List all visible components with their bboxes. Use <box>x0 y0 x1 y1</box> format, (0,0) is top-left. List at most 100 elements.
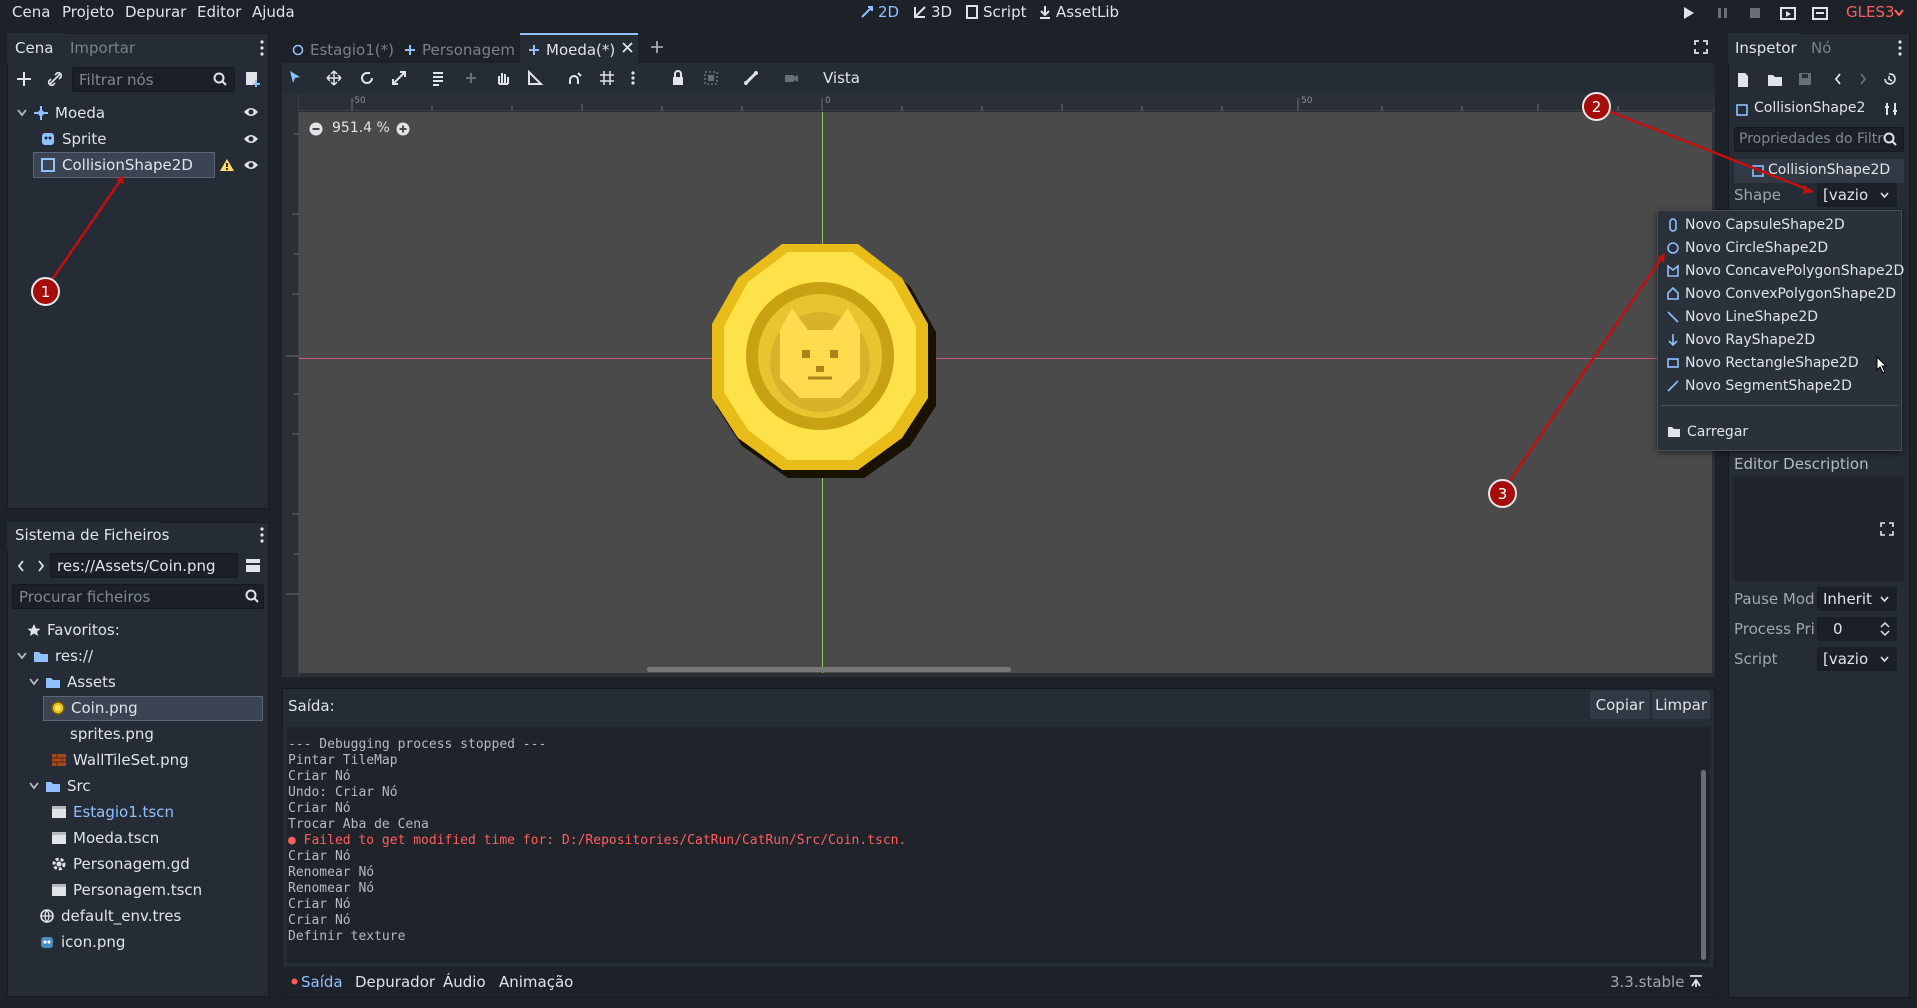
new-resource-icon[interactable] <box>1736 72 1750 88</box>
horizontal-scrollbar[interactable] <box>299 665 1699 673</box>
canvas-area[interactable] <box>299 112 1712 673</box>
play-icon[interactable] <box>1682 6 1696 20</box>
add-node-icon[interactable] <box>16 71 32 87</box>
visibility-eye-icon[interactable] <box>243 133 259 145</box>
group-icon[interactable] <box>703 70 721 88</box>
visibility-eye-icon[interactable] <box>243 106 259 118</box>
mode-script-button[interactable]: Script <box>965 3 1027 21</box>
split-mode-icon[interactable] <box>245 558 261 573</box>
shape-property-value[interactable]: [vazio <box>1817 183 1897 207</box>
menu-editor[interactable]: Editor <box>197 3 241 21</box>
menu-item-concave[interactable]: Novo ConcavePolygonShape2D <box>1667 260 1904 282</box>
menu-projeto[interactable]: Projeto <box>62 3 114 21</box>
distraction-free-icon[interactable] <box>1694 40 1708 54</box>
attach-script-icon[interactable] <box>245 70 261 88</box>
play-scene-icon[interactable] <box>1780 5 1796 21</box>
save-icon[interactable] <box>1798 72 1812 86</box>
scene-tab-personagem[interactable]: Personagem <box>404 41 515 59</box>
fs-favorites[interactable]: Favoritos: <box>27 618 120 642</box>
play-custom-scene-icon[interactable] <box>1812 5 1828 21</box>
mode-3d-button[interactable]: 3D <box>913 3 952 21</box>
editor-description-field[interactable] <box>1734 477 1904 581</box>
list-select-icon[interactable] <box>431 70 449 88</box>
bottom-tab-debugger[interactable]: Depurador <box>355 973 435 991</box>
menu-cena[interactable]: Cena <box>12 3 50 21</box>
visibility-eye-icon[interactable] <box>243 159 259 171</box>
link-icon[interactable] <box>47 71 63 87</box>
script-property-value[interactable]: [vazio <box>1817 647 1897 671</box>
path-field[interactable]: res://Assets/Coin.png <box>50 553 238 578</box>
snap-options-menu-icon[interactable] <box>630 70 648 88</box>
expand-panel-icon[interactable] <box>1689 975 1703 987</box>
dock-menu-icon[interactable] <box>1898 40 1902 56</box>
copy-button[interactable]: Copiar <box>1590 691 1650 719</box>
menu-item-circle[interactable]: Novo CircleShape2D <box>1667 237 1828 259</box>
menu-item-convex[interactable]: Novo ConvexPolygonShape2D <box>1667 283 1896 305</box>
add-tab-icon[interactable] <box>650 40 664 54</box>
lock-icon[interactable] <box>671 70 689 88</box>
fs-root[interactable]: res:// <box>17 644 93 668</box>
fs-folder-assets[interactable]: Assets <box>29 670 116 694</box>
log-scrollbar[interactable] <box>1701 770 1706 960</box>
clear-button[interactable]: Limpar <box>1652 691 1710 719</box>
fs-file-walltileset[interactable]: WallTileSet.png <box>51 748 189 772</box>
bottom-tab-animation[interactable]: Animação <box>499 973 573 991</box>
pivot-tool-icon[interactable] <box>463 70 481 88</box>
bottom-tab-audio[interactable]: Áudio <box>443 973 486 991</box>
tab-importar[interactable]: Importar <box>70 39 135 57</box>
rotate-tool-icon[interactable] <box>359 70 377 88</box>
scrollbar-thumb[interactable] <box>647 667 1011 672</box>
pause-icon[interactable] <box>1716 6 1730 20</box>
menu-depurar[interactable]: Depurar <box>125 3 186 21</box>
menu-item-load[interactable]: Carregar <box>1667 421 1748 443</box>
expand-field-icon[interactable] <box>1880 522 1894 536</box>
fs-file-moeda[interactable]: Moeda.tscn <box>51 826 159 850</box>
menu-item-rectangle[interactable]: Novo RectangleShape2D <box>1667 352 1859 374</box>
tree-node-collisionshape2d[interactable]: CollisionShape2D <box>40 153 193 177</box>
tab-inspector[interactable]: Inspetor <box>1735 39 1797 57</box>
search-files-input[interactable]: Procurar ficheiros <box>12 584 264 609</box>
pause-mode-select[interactable]: Inherit <box>1817 587 1897 611</box>
fs-file-personagem-tscn[interactable]: Personagem.tscn <box>51 878 202 902</box>
zoom-out-icon[interactable] <box>309 122 323 136</box>
menu-item-segment[interactable]: Novo SegmentShape2D <box>1667 375 1852 397</box>
renderer-selector[interactable]: GLES3 <box>1846 3 1895 21</box>
object-properties-icon[interactable] <box>1884 102 1898 116</box>
history-back-icon[interactable] <box>1834 73 1842 85</box>
filter-properties-input[interactable]: Propriedades do Filtr <box>1734 127 1904 152</box>
warning-icon[interactable] <box>219 158 235 172</box>
menu-ajuda[interactable]: Ajuda <box>252 3 295 21</box>
scene-tab-moeda[interactable]: Moeda(*) <box>528 41 615 59</box>
fs-folder-src[interactable]: Src <box>29 774 91 798</box>
mode-assetlib-button[interactable]: AssetLib <box>1038 3 1119 21</box>
menu-item-ray[interactable]: Novo RayShape2D <box>1667 329 1815 351</box>
dock-menu-icon[interactable] <box>260 40 264 56</box>
stop-icon[interactable] <box>1748 6 1762 20</box>
fs-file-sprites[interactable]: sprites.png <box>70 722 154 746</box>
process-priority-spinbox[interactable]: 0 <box>1817 617 1897 641</box>
grid-snap-icon[interactable] <box>599 70 617 88</box>
menu-item-line[interactable]: Novo LineShape2D <box>1667 306 1818 328</box>
move-tool-icon[interactable] <box>326 70 344 88</box>
fs-file-coin[interactable]: Coin.png <box>51 696 138 720</box>
view-menu[interactable]: Vista <box>823 69 860 87</box>
inspected-object-name[interactable]: CollisionShape2 <box>1754 100 1865 116</box>
tab-node[interactable]: Nó <box>1811 39 1831 57</box>
tab-cena[interactable]: Cena <box>15 39 53 57</box>
fs-file-estagio1[interactable]: Estagio1.tscn <box>51 800 174 824</box>
zoom-in-icon[interactable] <box>396 122 410 136</box>
pan-hand-icon[interactable] <box>495 70 513 88</box>
filesystem-title[interactable]: Sistema de Ficheiros <box>15 526 169 544</box>
scene-tab-estagio1[interactable]: Estagio1(*) <box>292 41 394 59</box>
close-icon[interactable] <box>622 42 633 53</box>
history-forward-icon[interactable] <box>1859 73 1867 85</box>
zoom-level[interactable]: 951.4 % <box>332 120 390 136</box>
fs-file-icon-png[interactable]: icon.png <box>39 930 125 954</box>
tree-node-sprite[interactable]: Sprite <box>40 127 107 151</box>
fs-file-default-env[interactable]: default_env.tres <box>39 904 181 928</box>
smart-snap-icon[interactable] <box>567 70 585 88</box>
camera-override-icon[interactable] <box>783 70 801 88</box>
fs-file-personagem-gd[interactable]: Personagem.gd <box>51 852 190 876</box>
scale-tool-icon[interactable] <box>391 70 409 88</box>
bone-icon[interactable] <box>743 70 761 88</box>
